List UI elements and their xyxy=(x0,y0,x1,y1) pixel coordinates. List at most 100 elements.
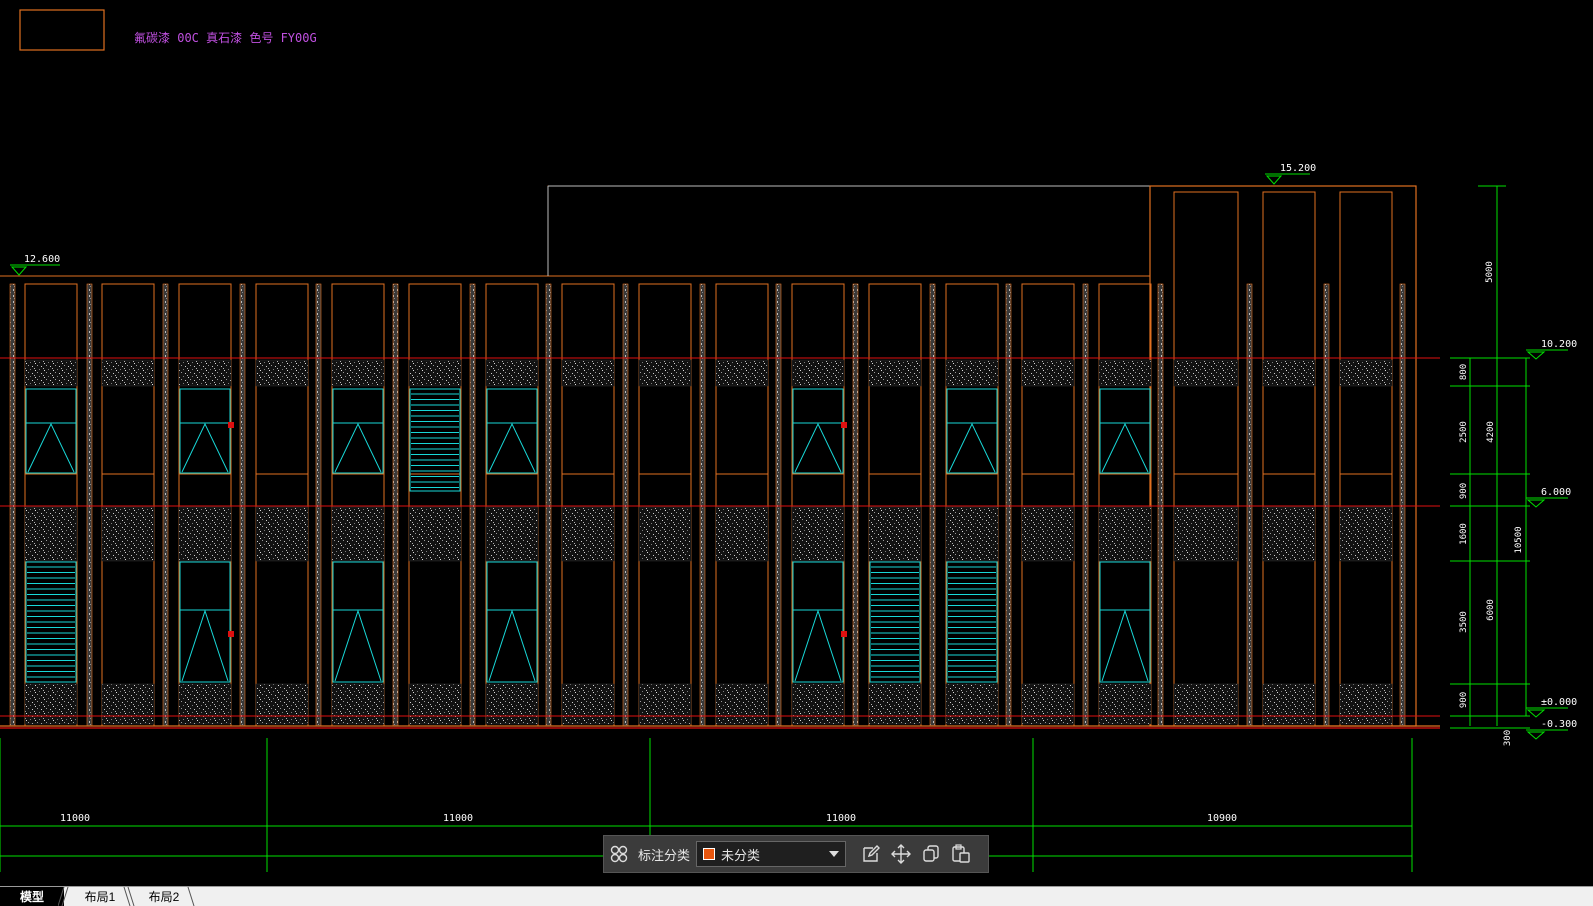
elevation-text: ±0.000 xyxy=(1541,697,1577,708)
annotation-toolbar: 标注分类 未分类 xyxy=(603,835,989,873)
elevation-triangle xyxy=(1526,709,1546,718)
marker-square xyxy=(228,631,234,637)
right-dimensions: 5000 800 2500 4200 900 1600 10500 3500 6000 900 30… xyxy=(1450,185,1577,746)
roof-outline xyxy=(0,185,1151,277)
edit-icon[interactable] xyxy=(856,839,886,869)
stone-panel xyxy=(868,683,922,725)
dim-text: 6000 xyxy=(1486,599,1496,621)
stone-panel xyxy=(868,506,922,562)
stone-panel xyxy=(331,683,385,725)
category-color-swatch xyxy=(703,848,716,860)
pilaster xyxy=(1246,283,1253,727)
svg-text:15.200: 15.200 xyxy=(1280,163,1316,174)
bay-frame xyxy=(945,283,999,727)
bay-frame xyxy=(1021,283,1075,727)
stone-panel xyxy=(715,359,769,387)
pilaster xyxy=(315,283,322,727)
elevation-triangle xyxy=(1526,731,1546,740)
dim-text: 1600 xyxy=(1459,523,1469,545)
stone-panel xyxy=(24,506,78,562)
layout-tab-bar: 模型 布局1 布局2 xyxy=(0,886,1593,906)
dim-text: 900 xyxy=(1459,692,1469,708)
bottom-dim-text: 11000 xyxy=(443,813,473,824)
pilaster xyxy=(852,283,859,727)
casement-swing xyxy=(794,609,842,682)
grid-icon[interactable] xyxy=(604,839,634,869)
elevation-marker-6000: 6.000 xyxy=(1526,487,1571,508)
bay-frame xyxy=(715,283,769,727)
pilaster xyxy=(239,283,246,727)
drawing-canvas[interactable]: 氟碳漆 00C 真石漆 色号 FY00G 15.200 12.600 5000 8… xyxy=(0,0,1593,886)
tab-model[interactable]: 模型 xyxy=(0,887,64,906)
paste-icon[interactable] xyxy=(946,839,976,869)
building-elevation xyxy=(0,185,1440,727)
stone-panel xyxy=(408,683,462,725)
svg-text:12.600: 12.600 xyxy=(24,254,60,265)
stone-panel xyxy=(1339,683,1393,725)
stone-panel xyxy=(638,683,692,725)
bay-frame xyxy=(255,283,309,727)
pilaster xyxy=(162,283,169,727)
move-icon[interactable] xyxy=(886,839,916,869)
casement-swing xyxy=(948,422,996,473)
stone-panel xyxy=(715,683,769,725)
stone-panel xyxy=(408,506,462,562)
stone-panel xyxy=(561,359,615,387)
category-label: 标注分类 xyxy=(638,847,691,863)
pilaster xyxy=(469,283,476,727)
elevation-marker-base: -0.300 xyxy=(1526,719,1577,740)
stone-panel xyxy=(1098,683,1152,725)
elevation-text: -0.300 xyxy=(1541,719,1577,730)
stone-panel xyxy=(945,359,999,387)
bay-frame xyxy=(24,283,78,727)
bay-frame xyxy=(101,283,155,727)
tower-bay-frame xyxy=(1339,191,1393,727)
stone-panel xyxy=(561,683,615,725)
stone-panel xyxy=(791,359,845,387)
tower-outline xyxy=(1149,185,1417,727)
bay-frame xyxy=(868,283,922,727)
pilaster xyxy=(1005,283,1012,727)
stone-panel xyxy=(791,506,845,562)
bay-frame xyxy=(1098,283,1152,727)
bay-frame xyxy=(408,283,462,727)
casement-swing xyxy=(794,422,842,473)
material-note: 氟碳漆 00C 真石漆 色号 FY00G xyxy=(134,31,317,45)
marker-square xyxy=(228,422,234,428)
casement-swing xyxy=(1101,422,1149,473)
stone-panel xyxy=(1098,506,1152,562)
category-select[interactable]: 未分类 xyxy=(696,841,847,867)
pilaster xyxy=(1157,283,1164,727)
elevation-marker-roof-high: 15.200 xyxy=(1265,163,1316,185)
stone-panel xyxy=(1021,683,1075,725)
copy-icon[interactable] xyxy=(916,839,946,869)
louver-frame xyxy=(409,388,461,492)
tab-layout2[interactable]: 布局2 xyxy=(132,887,196,906)
casement-swing xyxy=(1101,609,1149,682)
casement-swing xyxy=(27,422,75,473)
casement-swing xyxy=(181,609,229,682)
casement-swing xyxy=(334,609,382,682)
bay-frame xyxy=(485,283,539,727)
stone-panel xyxy=(945,506,999,562)
stone-panel xyxy=(331,506,385,562)
marker-square xyxy=(841,631,847,637)
dim-text: 800 xyxy=(1459,364,1469,380)
stone-panel xyxy=(24,683,78,725)
bay-frame xyxy=(178,283,232,727)
tab-layout1[interactable]: 布局1 xyxy=(68,887,132,906)
stone-panel xyxy=(791,683,845,725)
stone-panel xyxy=(1021,506,1075,562)
bottom-dim-text: 11000 xyxy=(60,813,90,824)
pilaster xyxy=(9,283,16,727)
stone-panel xyxy=(638,506,692,562)
stone-panel xyxy=(101,506,155,562)
elevation-text: 6.000 xyxy=(1541,487,1571,498)
elevation-triangle xyxy=(1526,351,1546,360)
bottom-dim-text: 10900 xyxy=(1207,813,1237,824)
casement-swing xyxy=(334,422,382,473)
casement-swing xyxy=(488,609,536,682)
marker-square xyxy=(841,422,847,428)
pilaster xyxy=(1399,283,1406,727)
stone-panel xyxy=(178,506,232,562)
